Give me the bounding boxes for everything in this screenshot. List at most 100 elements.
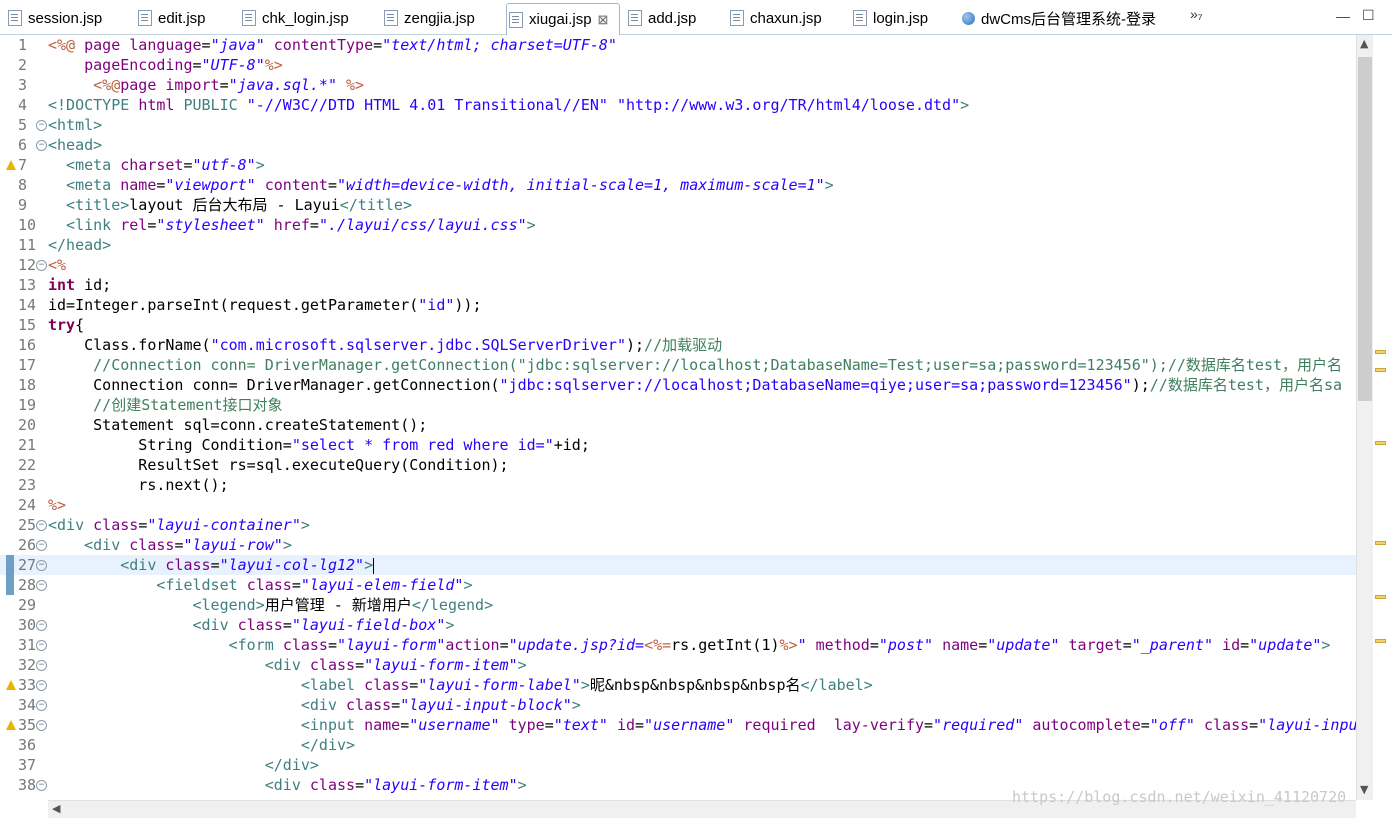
- tab-chaxun-jsp[interactable]: chaxun.jsp: [728, 4, 822, 32]
- code-line[interactable]: 22 ResultSet rs=sql.executeQuery(Conditi…: [0, 455, 1356, 475]
- code-line[interactable]: 32− <div class="layui-form-item">: [0, 655, 1356, 675]
- code-line[interactable]: 2 pageEncoding="UTF-8"%>: [0, 55, 1356, 75]
- code-line[interactable]: 20 Statement sql=conn.createStatement();: [0, 415, 1356, 435]
- code-token: ": [797, 636, 807, 654]
- code-line[interactable]: 34− <div class="layui-input-block">: [0, 695, 1356, 715]
- warning-icon[interactable]: [6, 680, 16, 690]
- tab-overflow-button[interactable]: »₇: [1190, 6, 1203, 22]
- warning-marker[interactable]: [1375, 595, 1386, 599]
- code-line[interactable]: 18 Connection conn= DriverManager.getCon…: [0, 375, 1356, 395]
- warning-marker[interactable]: [1375, 541, 1386, 545]
- warning-marker[interactable]: [1375, 441, 1386, 445]
- fold-toggle-icon[interactable]: −: [36, 700, 47, 711]
- line-gutter: 7: [0, 155, 48, 175]
- close-tab-icon[interactable]: ⊠: [598, 12, 609, 28]
- code-token: "-//W3C//DTD HTML 4.01 Transitional//EN"…: [246, 96, 961, 114]
- code-token: method: [806, 636, 870, 654]
- code-line[interactable]: 7 <meta charset="utf-8">: [0, 155, 1356, 175]
- fold-toggle-icon[interactable]: −: [36, 640, 47, 651]
- vertical-scroll-thumb[interactable]: [1358, 57, 1372, 401]
- code-text: <label class="layui-form-label">昵&nbsp&n…: [48, 675, 873, 695]
- maximize-button[interactable]: ☐: [1362, 7, 1375, 24]
- warning-marker[interactable]: [1375, 350, 1386, 354]
- code-token: =: [138, 516, 148, 534]
- code-line[interactable]: 28− <fieldset class="layui-elem-field">: [0, 575, 1356, 595]
- code-line[interactable]: 25− <div class="layui-container">: [0, 515, 1356, 535]
- code-line[interactable]: 19 //创建Statement接口对象: [0, 395, 1356, 415]
- line-number: 24: [18, 496, 37, 514]
- code-line[interactable]: 36 </div>: [0, 735, 1356, 755]
- code-text: <!DOCTYPE html PUBLIC "-//W3C//DTD HTML …: [48, 95, 969, 115]
- code-line[interactable]: 5− <html>: [0, 115, 1356, 135]
- code-line[interactable]: 17 //Connection conn= DriverManager.getC…: [0, 355, 1356, 375]
- line-number: 31: [18, 636, 37, 654]
- tab-session-jsp[interactable]: session.jsp: [6, 4, 102, 32]
- code-line[interactable]: 12− <%: [0, 255, 1356, 275]
- code-line[interactable]: 8 <meta name="viewport" content="width=d…: [0, 175, 1356, 195]
- fold-toggle-icon[interactable]: −: [36, 560, 47, 571]
- code-line[interactable]: 6− <head>: [0, 135, 1356, 155]
- warning-marker[interactable]: [1375, 368, 1386, 372]
- fold-toggle-icon[interactable]: −: [36, 720, 47, 731]
- fold-toggle-icon[interactable]: −: [36, 620, 47, 631]
- fold-toggle-icon[interactable]: −: [36, 540, 47, 551]
- code-token: name: [933, 636, 979, 654]
- fold-toggle-icon[interactable]: −: [36, 260, 47, 271]
- code-line[interactable]: 23 rs.next();: [0, 475, 1356, 495]
- code-editor[interactable]: 1 <%@ page language="java" contentType="t…: [0, 35, 1356, 800]
- tab-add-jsp[interactable]: add.jsp: [626, 4, 696, 32]
- fold-toggle-icon[interactable]: −: [36, 580, 47, 591]
- tab-chk-login-jsp[interactable]: chk_login.jsp: [240, 4, 349, 32]
- warning-icon[interactable]: [6, 720, 16, 730]
- tab-login-jsp[interactable]: login.jsp: [851, 4, 928, 32]
- code-token: String Condition=: [48, 436, 292, 454]
- fold-toggle-icon[interactable]: −: [36, 660, 47, 671]
- warning-marker[interactable]: [1375, 639, 1386, 643]
- code-line[interactable]: 4 <!DOCTYPE html PUBLIC "-//W3C//DTD HTML…: [0, 95, 1356, 115]
- code-line[interactable]: 14 id=Integer.parseInt(request.getParamet…: [0, 295, 1356, 315]
- overview-ruler[interactable]: [1373, 35, 1392, 800]
- fold-toggle-icon[interactable]: −: [36, 780, 47, 791]
- code-line[interactable]: 11 </head>: [0, 235, 1356, 255]
- code-line[interactable]: 16 Class.forName("com.microsoft.sqlserve…: [0, 335, 1356, 355]
- code-line[interactable]: 21 String Condition="select * from red w…: [0, 435, 1356, 455]
- code-line[interactable]: 35− <input name="username" type="text" i…: [0, 715, 1356, 735]
- warning-icon[interactable]: [6, 160, 16, 170]
- code-line[interactable]: 3 <%@page import="java.sql.*" %>: [0, 75, 1356, 95]
- code-line[interactable]: 1 <%@ page language="java" contentType="t…: [0, 35, 1356, 55]
- fold-toggle-icon[interactable]: −: [36, 140, 47, 151]
- code-line[interactable]: 30− <div class="layui-field-box">: [0, 615, 1356, 635]
- code-line[interactable]: 31− <form class="layui-form"action="upda…: [0, 635, 1356, 655]
- code-line[interactable]: 9 <title>layout 后台大布局 - Layui</title>: [0, 195, 1356, 215]
- code-token: "width=device-width, initial-scale=1, ma…: [337, 176, 825, 194]
- code-token: Connection conn= DriverManager.getConnec…: [48, 376, 500, 394]
- code-token: =: [219, 76, 229, 94]
- code-token: "post": [878, 636, 934, 654]
- line-number: 30: [18, 616, 37, 634]
- scroll-down-arrow-icon[interactable]: ▼: [1360, 783, 1368, 796]
- fold-toggle-icon[interactable]: −: [36, 120, 47, 131]
- vertical-scrollbar[interactable]: ▲ ▼: [1356, 35, 1373, 800]
- line-number: 2: [18, 56, 28, 74]
- code-token: >: [300, 516, 310, 534]
- code-line[interactable]: 15 try{: [0, 315, 1356, 335]
- tab-dwcms[interactable]: dwCms后台管理系统-登录: [960, 4, 1156, 32]
- tab-edit-jsp[interactable]: edit.jsp: [136, 4, 206, 32]
- code-line[interactable]: 24 %>: [0, 495, 1356, 515]
- scroll-left-arrow-icon[interactable]: ◀: [52, 802, 60, 815]
- fold-toggle-icon[interactable]: −: [36, 520, 47, 531]
- tab-xiugai-jsp[interactable]: xiugai.jsp ⊠: [506, 3, 620, 35]
- code-line[interactable]: 29 <legend>用户管理 - 新增用户</legend>: [0, 595, 1356, 615]
- code-line[interactable]: 10 <link rel="stylesheet" href="./layui/…: [0, 215, 1356, 235]
- code-line[interactable]: 37 </div>: [0, 755, 1356, 775]
- code-line[interactable]: 27− <div class="layui-col-lg12">: [0, 555, 1356, 575]
- fold-toggle-icon[interactable]: −: [36, 680, 47, 691]
- code-line[interactable]: 26− <div class="layui-row">: [0, 535, 1356, 555]
- tab-zengjia-jsp[interactable]: zengjia.jsp: [382, 4, 475, 32]
- code-line[interactable]: 33− <label class="layui-form-label">昵&nb…: [0, 675, 1356, 695]
- code-text: %>: [48, 495, 66, 515]
- scroll-up-arrow-icon[interactable]: ▲: [1360, 37, 1368, 50]
- code-token: class: [129, 536, 175, 554]
- code-line[interactable]: 13 int id;: [0, 275, 1356, 295]
- minimize-button[interactable]: —: [1336, 8, 1350, 24]
